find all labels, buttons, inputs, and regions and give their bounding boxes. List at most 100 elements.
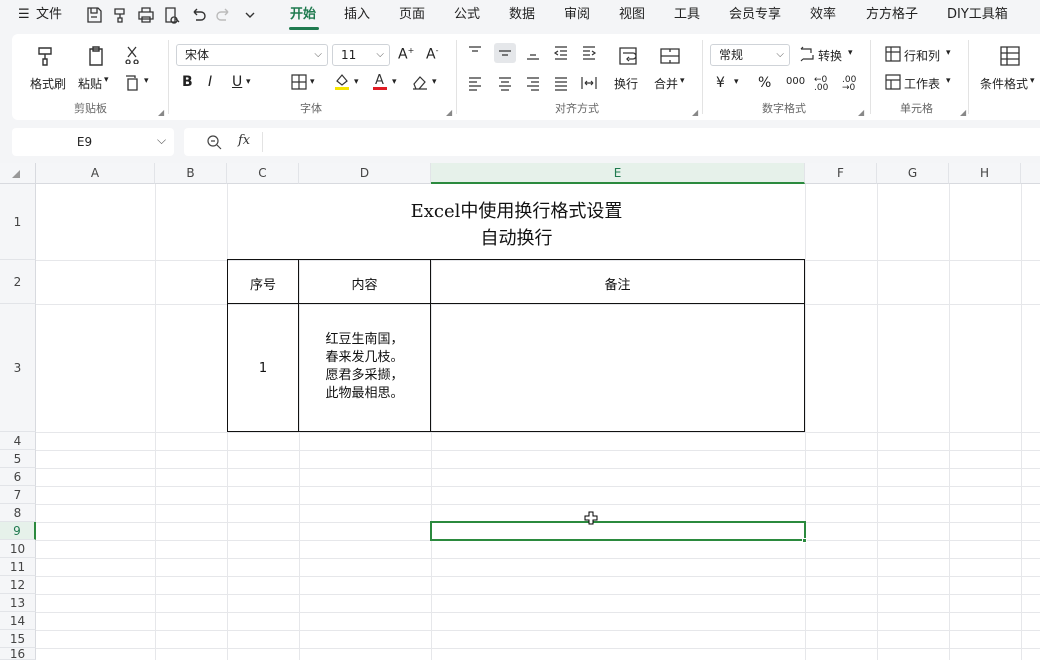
align-right-icon[interactable]: [524, 74, 542, 92]
tab-tools[interactable]: 工具: [674, 0, 700, 30]
cut-icon[interactable]: [122, 44, 142, 64]
font-size-select[interactable]: 11 ⌵: [332, 44, 390, 66]
row-header-1[interactable]: 1: [0, 184, 36, 260]
tab-data[interactable]: 数据: [509, 0, 535, 30]
fill-color-icon[interactable]: [332, 71, 352, 91]
quick-access-more-icon[interactable]: [240, 5, 260, 25]
row-header-2[interactable]: 2: [0, 260, 36, 304]
format-painter-label[interactable]: 格式刷: [30, 75, 66, 92]
selected-cell-e9[interactable]: [430, 521, 806, 541]
copy-chevron-icon[interactable]: ▾: [144, 76, 149, 86]
col-header-e[interactable]: E: [431, 163, 805, 184]
file-menu[interactable]: 文件: [36, 0, 62, 30]
font-color-icon[interactable]: A: [370, 71, 390, 91]
table-header-content[interactable]: 内容: [299, 274, 430, 293]
tab-formula[interactable]: 公式: [454, 0, 480, 30]
distribute-icon[interactable]: [580, 74, 598, 92]
cells-launcher-icon[interactable]: ◢: [960, 108, 966, 117]
bold-icon[interactable]: B: [182, 74, 193, 90]
hamburger-icon[interactable]: ☰: [18, 0, 30, 30]
worksheet-icon[interactable]: [884, 73, 902, 91]
increase-font-icon[interactable]: A+: [398, 46, 414, 63]
alignment-launcher-icon[interactable]: ◢: [692, 108, 698, 117]
col-header-a[interactable]: A: [36, 163, 155, 184]
row-header-13[interactable]: 13: [0, 594, 36, 612]
row-col-chevron-icon[interactable]: ▾: [946, 48, 951, 58]
row-header-3[interactable]: 3: [0, 304, 36, 432]
row-header-4[interactable]: 4: [0, 432, 36, 450]
merge-chevron-icon[interactable]: ▾: [680, 76, 685, 86]
currency-icon[interactable]: ¥: [716, 75, 725, 91]
convert-chevron-icon[interactable]: ▾: [848, 48, 853, 58]
align-center-icon[interactable]: [496, 74, 514, 92]
table-cell-content[interactable]: 红豆生南国， 春来发几枝。 愿君多采撷， 此物最相思。: [299, 331, 430, 403]
paste-icon[interactable]: [84, 44, 108, 68]
number-format-select[interactable]: 常规 ⌵: [710, 44, 790, 66]
fill-color-chevron-icon[interactable]: ▾: [354, 77, 359, 87]
col-header-c[interactable]: C: [227, 163, 299, 184]
paste-label[interactable]: 粘贴: [78, 75, 102, 92]
font-launcher-icon[interactable]: ◢: [446, 108, 452, 117]
tab-view[interactable]: 视图: [619, 0, 645, 30]
row-col-label[interactable]: 行和列: [904, 47, 940, 64]
spreadsheet-grid[interactable]: A B C D E F G H 1 2 3 4 5 6 7 8 9 10 11 …: [0, 163, 1040, 660]
tab-insert[interactable]: 插入: [344, 0, 370, 30]
conditional-format-icon[interactable]: [998, 44, 1022, 68]
increase-decimal-icon[interactable]: ←0.00: [814, 76, 828, 93]
row-header-12[interactable]: 12: [0, 576, 36, 594]
table-cell-no[interactable]: 1: [228, 361, 298, 376]
row-header-7[interactable]: 7: [0, 486, 36, 504]
clear-format-icon[interactable]: [410, 72, 430, 92]
decrease-indent-icon[interactable]: [552, 44, 570, 62]
conditional-format-chevron-icon[interactable]: ▾: [1030, 76, 1035, 86]
row-header-10[interactable]: 10: [0, 540, 36, 558]
tab-efficiency[interactable]: 效率: [810, 0, 836, 30]
zoom-icon[interactable]: [206, 134, 222, 150]
align-bottom-icon[interactable]: [524, 44, 542, 62]
tab-diy-toolbox[interactable]: DIY工具箱: [947, 0, 1008, 30]
decrease-font-icon[interactable]: A-: [426, 46, 438, 63]
worksheet-label[interactable]: 工作表: [904, 75, 940, 92]
row-header-8[interactable]: 8: [0, 504, 36, 522]
row-header-5[interactable]: 5: [0, 450, 36, 468]
copy-icon[interactable]: [122, 73, 142, 93]
worksheet-chevron-icon[interactable]: ▾: [946, 76, 951, 86]
italic-icon[interactable]: I: [208, 74, 212, 90]
row-col-icon[interactable]: [884, 45, 902, 63]
align-top-icon[interactable]: [466, 44, 484, 62]
save-icon[interactable]: [84, 5, 104, 25]
fx-icon[interactable]: fx: [238, 133, 250, 148]
currency-chevron-icon[interactable]: ▾: [734, 77, 739, 87]
percent-icon[interactable]: %: [758, 75, 771, 91]
wrap-text-label[interactable]: 换行: [614, 75, 638, 92]
paste-chevron-icon[interactable]: ▾: [104, 75, 109, 85]
clipboard-launcher-icon[interactable]: ◢: [158, 108, 164, 117]
tab-page[interactable]: 页面: [399, 0, 425, 30]
font-name-select[interactable]: 宋体 ⌵: [176, 44, 328, 66]
table-header-note[interactable]: 备注: [431, 274, 804, 293]
tab-review[interactable]: 审阅: [564, 0, 590, 30]
formula-input[interactable]: [274, 128, 1034, 156]
select-all-corner[interactable]: [0, 163, 36, 184]
chevron-down-icon[interactable]: ⌵: [157, 133, 166, 148]
underline-chevron-icon[interactable]: ▾: [246, 77, 251, 87]
wrap-text-icon[interactable]: [616, 44, 640, 68]
underline-icon[interactable]: U: [232, 74, 242, 90]
row-header-16[interactable]: 16: [0, 647, 36, 660]
conditional-format-label[interactable]: 条件格式: [980, 75, 1028, 92]
merge-icon[interactable]: [658, 44, 682, 68]
convert-label[interactable]: 转换: [818, 47, 842, 64]
col-header-f[interactable]: F: [805, 163, 877, 184]
thousands-icon[interactable]: 000: [786, 76, 805, 87]
col-header-b[interactable]: B: [155, 163, 227, 184]
fill-handle[interactable]: [802, 538, 807, 543]
number-launcher-icon[interactable]: ◢: [858, 108, 864, 117]
print-preview-icon[interactable]: [162, 5, 182, 25]
decrease-decimal-icon[interactable]: .00 →0: [842, 76, 856, 93]
align-left-icon[interactable]: [466, 74, 484, 92]
format-painter-icon[interactable]: [34, 44, 58, 68]
tab-home[interactable]: 开始: [290, 0, 316, 30]
col-header-g[interactable]: G: [877, 163, 949, 184]
increase-indent-icon[interactable]: [580, 44, 598, 62]
format-brush-icon[interactable]: [110, 5, 130, 25]
